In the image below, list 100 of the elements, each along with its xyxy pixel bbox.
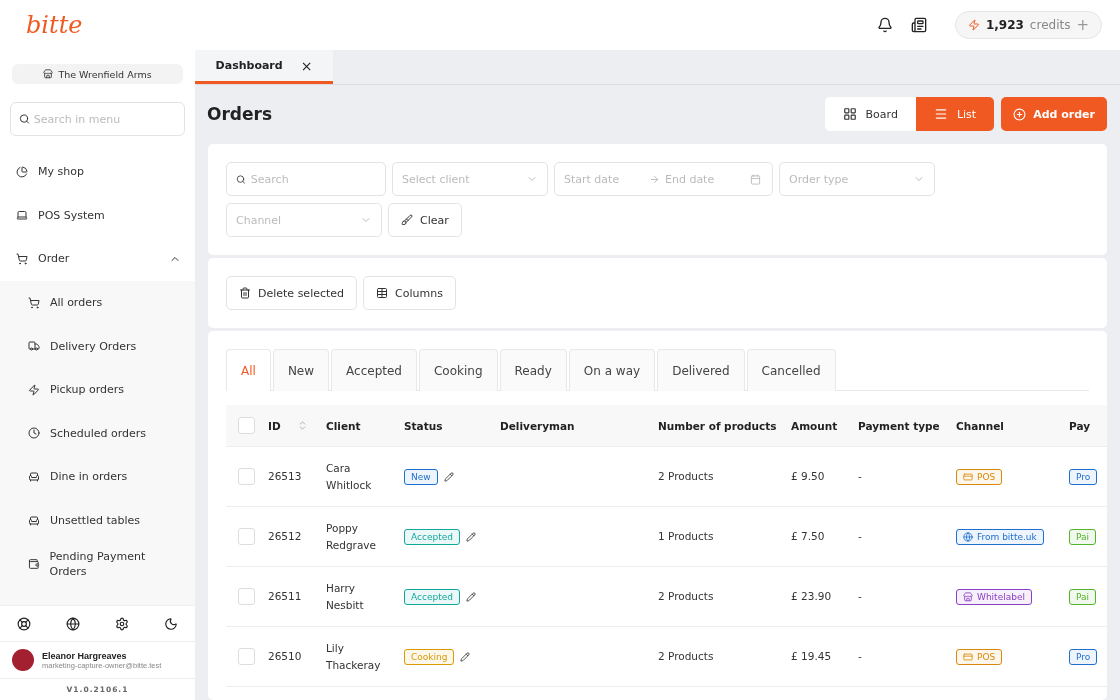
moon-icon[interactable]: [163, 616, 178, 631]
table-cell-text: 2 Products: [658, 649, 714, 664]
globe-icon: [963, 531, 973, 542]
start-date-field[interactable]: Start date: [564, 163, 644, 195]
pencil-icon[interactable]: [443, 471, 454, 482]
select-all-checkbox[interactable]: [238, 417, 255, 434]
submenu-item[interactable]: Delivery Orders: [0, 324, 195, 368]
status-tab[interactable]: Delivered: [657, 349, 745, 391]
row-checkbox[interactable]: [238, 648, 255, 665]
column-header: Payment type: [858, 419, 940, 432]
column-header: Pay: [1069, 419, 1091, 432]
row-checkbox[interactable]: [238, 468, 255, 485]
date-range-field[interactable]: Start date End date: [554, 162, 773, 196]
card-icon: [963, 471, 973, 482]
settings-icon[interactable]: [114, 616, 129, 631]
table-cell-text: Harry Nesbitt: [326, 580, 365, 613]
search-icon: [236, 173, 246, 185]
menu-item[interactable]: POS System: [0, 193, 195, 238]
table-cell-text: 26513: [268, 469, 302, 484]
credits-amount: 1,923: [985, 18, 1024, 32]
table-cell-text: £ 23.90: [791, 589, 832, 604]
list-icon: [933, 107, 948, 121]
cart-icon: [28, 296, 40, 309]
grid-icon: [842, 107, 857, 121]
page-title: Orders: [207, 104, 273, 124]
submenu-item[interactable]: All orders: [0, 280, 195, 325]
status-tag: New: [404, 468, 438, 485]
plus-icon: [1013, 107, 1027, 121]
bell-icon[interactable]: [876, 17, 893, 33]
globe-icon[interactable]: [66, 616, 81, 631]
column-header: Status: [404, 419, 443, 432]
status-tag: Cooking: [404, 648, 455, 665]
submenu-item[interactable]: Unsettled tables: [0, 498, 195, 543]
wallet-icon: [28, 558, 40, 571]
menu-search-field[interactable]: Search in menu: [33, 103, 176, 135]
row-checkbox[interactable]: [238, 588, 255, 605]
channel-tag: POS: [956, 468, 1003, 485]
table-cell-text: 26511: [268, 589, 302, 604]
pie-chart-icon: [16, 165, 28, 178]
table-cell-text: 2 Products: [658, 469, 714, 484]
status-tab[interactable]: Accepted: [331, 349, 417, 391]
status-tab[interactable]: Cooking: [419, 349, 498, 391]
view-toggle-button[interactable]: Board: [824, 97, 916, 131]
pencil-icon[interactable]: [465, 591, 476, 602]
truck-icon: [28, 340, 40, 353]
status-tab[interactable]: On a way: [568, 349, 656, 391]
store-icon: [963, 591, 973, 602]
column-header: Amount: [791, 419, 838, 432]
row-checkbox[interactable]: [238, 528, 255, 545]
shop-badge[interactable]: The Wrenfield Arms: [12, 64, 183, 84]
status-tab[interactable]: Cancelled: [746, 349, 836, 391]
table-cell-text: 2 Products: [658, 589, 714, 604]
table-cell-text: 26512: [268, 529, 302, 544]
status-tag: Accepted: [404, 588, 460, 605]
submenu-item[interactable]: Dine in orders: [0, 455, 195, 499]
submenu-item[interactable]: Scheduled orders: [0, 411, 195, 456]
menu-item[interactable]: My shop: [0, 150, 195, 194]
clear-button[interactable]: Clear: [388, 203, 462, 237]
cart-icon: [16, 253, 28, 265]
status-tab[interactable]: New: [272, 349, 330, 391]
payment-status-tag: Pai: [1069, 528, 1097, 545]
brush-icon: [401, 214, 413, 226]
status-tab[interactable]: Ready: [499, 349, 567, 391]
bolt-icon: [967, 19, 980, 31]
chair-icon: [28, 470, 40, 483]
user-name: Eleanor Hargreaves: [42, 650, 128, 661]
column-header: Channel: [956, 419, 1004, 432]
user-avatar: [12, 649, 34, 671]
menu-search-box[interactable]: Search in menu: [10, 102, 185, 136]
menu-item[interactable]: Order: [0, 237, 195, 281]
submenu-item[interactable]: Pickup orders: [0, 367, 195, 412]
credits-pill[interactable]: 1,923 credits +: [954, 11, 1102, 39]
search-field[interactable]: Search: [250, 163, 376, 195]
table-cell-text: £ 19.45: [791, 649, 832, 664]
help-icon[interactable]: [17, 616, 32, 631]
channel-tag: POS: [956, 648, 1003, 665]
table-cell-text: £ 9.50: [791, 469, 825, 484]
calendar-icon: [750, 173, 761, 185]
arrow-right-icon: [649, 173, 660, 185]
pencil-icon[interactable]: [465, 531, 476, 542]
bolt-icon: [28, 383, 40, 396]
submenu-item[interactable]: Pending Payment Orders: [0, 542, 195, 586]
table-cell-text: Lily Thackeray: [326, 640, 382, 673]
columns-button[interactable]: Columns: [363, 276, 456, 310]
delete-selected-button[interactable]: Delete selected: [226, 276, 358, 310]
page-tab[interactable]: Dashboard ×: [195, 50, 333, 84]
search-box[interactable]: Search: [226, 162, 386, 196]
tab-label: Dashboard: [215, 59, 283, 72]
clock-icon: [28, 427, 40, 440]
credits-label: credits: [1029, 18, 1071, 32]
trash-icon: [239, 287, 251, 299]
column-header: ID: [268, 419, 281, 432]
end-date-field[interactable]: End date: [665, 163, 745, 195]
column-header: Deliveryman: [500, 419, 575, 432]
close-tab-button[interactable]: ×: [300, 57, 313, 74]
pencil-icon[interactable]: [460, 651, 471, 662]
table-cell-text: -: [858, 589, 862, 604]
laptop-icon: [16, 209, 28, 222]
channel-tag: Whitelabel: [956, 588, 1032, 605]
newspaper-icon[interactable]: [910, 17, 927, 33]
